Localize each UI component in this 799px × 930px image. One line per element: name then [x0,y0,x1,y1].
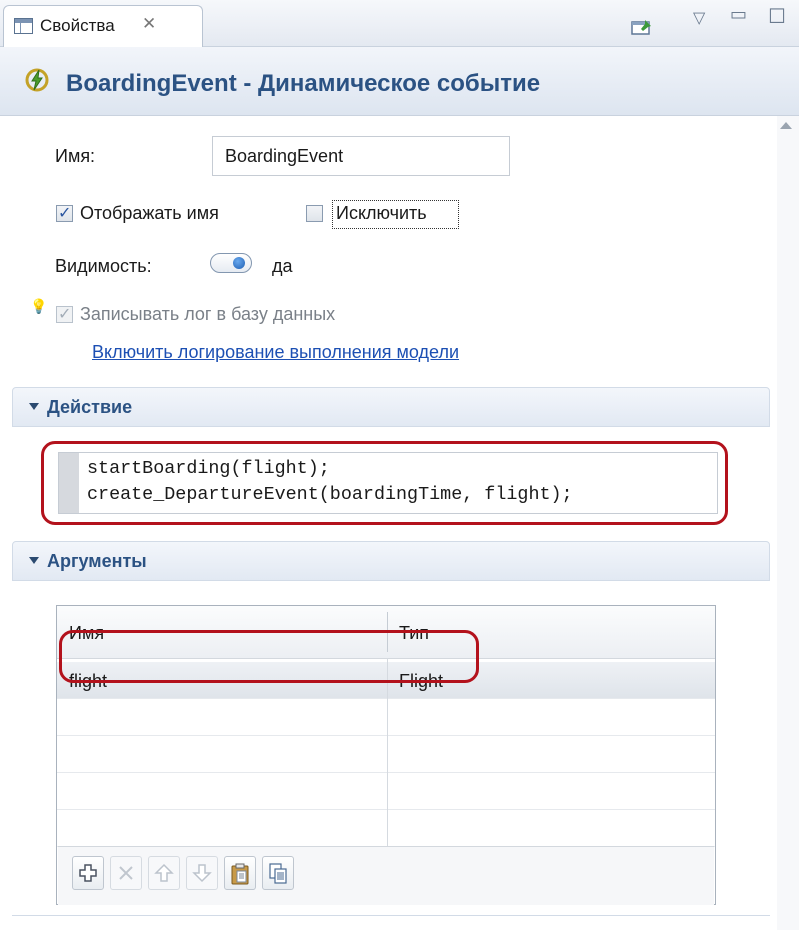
tab-properties-label: Свойства [40,16,115,35]
name-label: Имя: [55,146,96,166]
tab-properties[interactable]: Свойства ✕ [3,5,203,47]
table-row-empty[interactable] [57,699,715,736]
collapse-arrow-icon[interactable] [29,403,39,410]
section-title-action: Действие [47,397,133,417]
arguments-toolbar [58,846,714,905]
pin-editor-icon[interactable] [631,19,653,35]
properties-view-icon [14,18,33,34]
view-menu-icon[interactable]: ▽ [693,8,705,28]
move-down-icon [192,864,212,883]
section-title-arguments: Аргументы [47,551,147,571]
visibility-label: Видимость: [55,256,152,276]
move-up-icon [154,863,174,882]
show-name-label[interactable]: Отображать имя [80,203,219,224]
section-divider [12,915,770,916]
bolt-icon [25,68,49,92]
table-row-empty[interactable] [57,773,715,810]
exclude-label[interactable]: Исключить [336,203,427,224]
minimize-icon[interactable]: ▭ [730,4,747,25]
maximize-icon[interactable]: ☐ [768,4,786,29]
paste-button[interactable] [224,856,256,890]
table-row-empty[interactable] [57,810,715,847]
argument-highlight-frame [59,630,479,683]
add-icon [79,864,97,882]
collapse-arrow-icon[interactable] [29,557,39,564]
toggle-knob [233,257,245,269]
properties-title-bar: BoardingEvent - Динамическое событие [0,47,799,116]
delete-button[interactable] [110,856,142,890]
vertical-scrollbar[interactable] [777,116,799,930]
column-divider [387,658,388,846]
enable-logging-link[interactable]: Включить логирование выполнения модели [92,342,459,363]
log-to-db-label: Записывать лог в базу данных [80,304,336,324]
show-name-checkbox[interactable] [56,203,73,222]
move-down-button[interactable] [186,856,218,890]
section-header-arguments[interactable]: Аргументы [12,541,770,581]
section-header-action[interactable]: Действие [12,387,770,427]
close-icon[interactable]: ✕ [142,14,156,34]
move-up-button[interactable] [148,856,180,890]
copy-icon [269,863,287,884]
table-row-empty[interactable] [57,736,715,773]
delete-icon [119,866,133,880]
copy-button[interactable] [262,856,294,890]
log-to-db-checkbox [56,304,73,323]
paste-icon [231,863,249,885]
code-highlight-frame [41,441,728,525]
view-tab-bar: Свойства ✕ ▽ ▭ ☐ [0,0,799,47]
page-title: BoardingEvent - Динамическое событие [66,70,541,97]
visibility-value: да [272,256,293,276]
lightbulb-icon: 💡 [30,298,48,314]
visibility-toggle[interactable] [210,253,252,273]
scroll-up-arrow-icon[interactable] [780,122,792,129]
name-input[interactable]: BoardingEvent [212,136,510,176]
exclude-checkbox[interactable] [306,205,323,222]
add-button[interactable] [72,856,104,890]
